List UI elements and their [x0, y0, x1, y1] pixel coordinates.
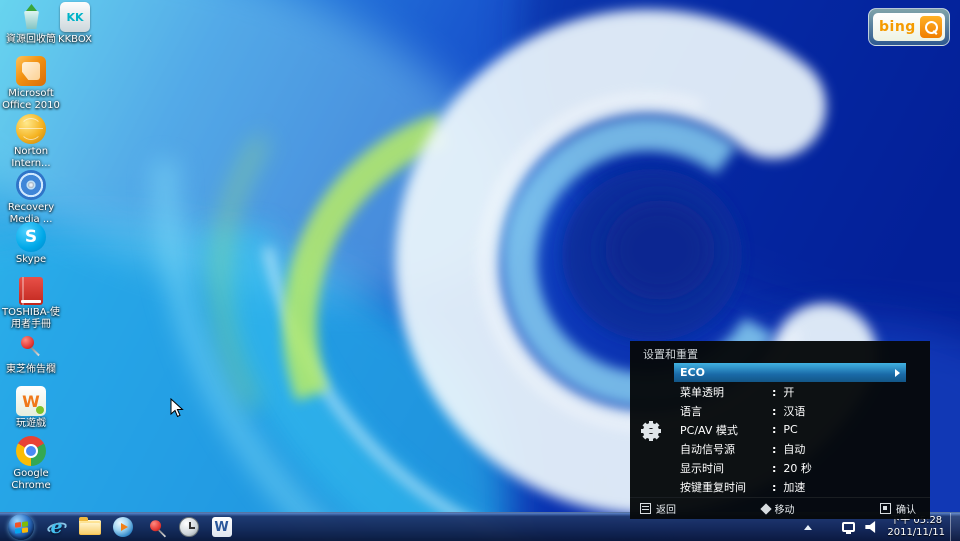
osd-item-auto-source[interactable]: 自动信号源 自动: [674, 439, 906, 458]
gear-icon: [641, 421, 661, 441]
osd-footer: 返回 移动 确认: [630, 497, 930, 519]
osd-item-key-repeat[interactable]: 按键重复时间 加速: [674, 477, 906, 496]
internet-explorer-icon: [46, 516, 68, 538]
desktop-icon-play-games[interactable]: 玩遊戲: [0, 386, 62, 430]
osd-footer-confirm: 确认: [880, 501, 916, 516]
osd-item-value: 汉语: [772, 403, 805, 419]
osd-item-language[interactable]: 语言 汉语: [674, 401, 906, 420]
desktop-icon-label: Google Chrome: [0, 468, 62, 492]
osd-item-display-time[interactable]: 显示时间 20 秒: [674, 458, 906, 477]
osd-footer-label: 返回: [656, 501, 676, 516]
chevron-up-icon[interactable]: [804, 525, 812, 530]
osd-item-pc-av-mode[interactable]: PC/AV 模式 PC: [674, 420, 906, 439]
taskbar-item-media-player[interactable]: [106, 514, 139, 541]
osd-footer-move: 移动: [762, 501, 795, 516]
desktop-icon-microsoft-office[interactable]: Microsoft Office 2010: [0, 56, 62, 112]
bing-logo: bing: [876, 19, 916, 35]
desktop-icon-kkbox[interactable]: KKBOX: [44, 2, 106, 46]
windows-logo-icon: [15, 521, 28, 533]
monitor-osd-menu: 设置和重置 ECO 菜单透明 开 语言 汉语 PC/AV 模式 PC: [630, 341, 930, 519]
search-input[interactable]: bing: [873, 13, 945, 41]
skype-icon: [16, 222, 46, 252]
office-icon: [16, 56, 46, 86]
search-button[interactable]: [920, 16, 942, 38]
start-button[interactable]: [8, 514, 34, 540]
osd-footer-label: 确认: [896, 501, 916, 516]
bing-search-gadget[interactable]: bing: [868, 8, 950, 46]
osd-footer-back: 返回: [640, 501, 676, 516]
osd-item-label: 按键重复时间: [680, 479, 746, 495]
taskbar-item-word[interactable]: [205, 514, 238, 541]
chevron-right-icon: [895, 369, 900, 377]
desktop-icon-label: Norton Intern...: [0, 146, 62, 170]
show-desktop-button[interactable]: [950, 513, 960, 541]
taskbar-item-internet-explorer[interactable]: [40, 514, 73, 541]
clock-utility-icon: [179, 517, 199, 537]
tray-date: 2011/11/11: [887, 527, 945, 539]
osd-item-value: 自动: [772, 441, 805, 457]
desktop-icon-google-chrome[interactable]: Google Chrome: [0, 436, 62, 492]
osd-item-label: PC/AV 模式: [680, 422, 738, 438]
desktop-icon-norton[interactable]: Norton Intern...: [0, 114, 62, 170]
osd-title: 设置和重置: [630, 341, 930, 362]
recycle-bin-icon: [16, 2, 46, 32]
taskbar-item-utility[interactable]: [172, 514, 205, 541]
taskbar-item-windows-explorer[interactable]: [73, 514, 106, 541]
desktop-icon-toshiba-manual[interactable]: TOSHIBA-使用者手冊: [0, 276, 62, 331]
osd-item-label: 自动信号源: [680, 441, 735, 457]
osd-item-label: 语言: [680, 403, 702, 419]
desktop-icon-recovery-media[interactable]: Recovery Media ...: [0, 170, 62, 226]
pushpin-icon: [145, 517, 165, 537]
enter-icon: [880, 503, 891, 514]
desktop-icon-label: 玩遊戲: [0, 418, 62, 430]
desktop-icon-label: Microsoft Office 2010: [0, 88, 62, 112]
osd-item-eco[interactable]: ECO: [674, 363, 906, 382]
desktop: 資源回收筒 KKBOX Microsoft Office 2010 Norton…: [0, 0, 960, 541]
search-icon: [925, 21, 938, 34]
osd-item-label: 菜单透明: [680, 384, 724, 400]
games-icon: [16, 386, 46, 416]
osd-item-label: 显示时间: [680, 460, 724, 476]
chrome-icon: [16, 436, 46, 466]
disc-icon: [16, 170, 46, 200]
display-icon[interactable]: [842, 522, 855, 532]
navigate-diamond-icon: [760, 503, 771, 514]
desktop-icon-label: KKBOX: [44, 34, 106, 46]
osd-footer-label: 移动: [775, 501, 795, 516]
desktop-icon-label: 東芝佈告欄: [0, 364, 62, 376]
desktop-icon-skype[interactable]: Skype: [0, 222, 62, 266]
taskbar-pinned-items: [40, 514, 238, 541]
media-player-icon: [113, 517, 133, 537]
taskbar-item-bulletin[interactable]: [139, 514, 172, 541]
red-book-icon: [19, 277, 43, 305]
volume-icon[interactable]: [865, 521, 878, 533]
norton-globe-icon: [16, 114, 46, 144]
menu-grid-icon: [640, 503, 651, 514]
osd-item-value: 加速: [772, 479, 805, 495]
kkbox-icon: [60, 2, 90, 32]
mouse-cursor: [170, 398, 184, 418]
folder-explorer-icon: [79, 520, 101, 535]
desktop-icon-label: TOSHIBA-使用者手冊: [0, 307, 62, 331]
word-icon: [212, 517, 232, 537]
osd-menu-list: ECO 菜单透明 开 语言 汉语 PC/AV 模式 PC 自动信号源 自动 显示…: [674, 363, 906, 496]
osd-item-value: 开: [772, 384, 794, 400]
osd-item-value: 20 秒: [772, 460, 812, 476]
osd-item-menu-transparency[interactable]: 菜单透明 开: [674, 382, 906, 401]
osd-item-label: ECO: [680, 366, 705, 379]
desktop-icon-toshiba-bulletin[interactable]: 東芝佈告欄: [0, 332, 62, 376]
desktop-icon-label: Skype: [0, 254, 62, 266]
pushpin-icon: [16, 332, 46, 362]
osd-item-value: PC: [772, 423, 798, 436]
